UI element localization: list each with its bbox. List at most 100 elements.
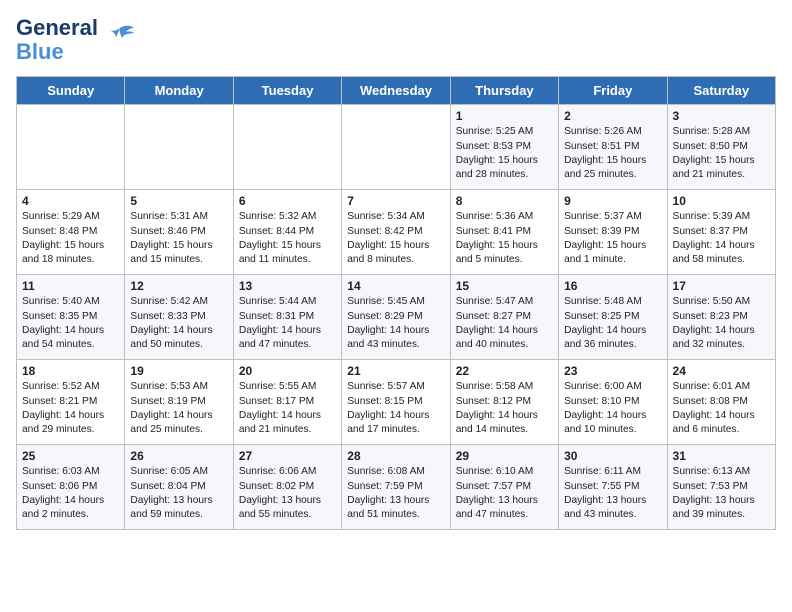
- cell-content: Sunrise: 6:13 AM Sunset: 7:53 PM Dayligh…: [673, 465, 770, 522]
- calendar-cell: [17, 105, 125, 190]
- calendar-cell: 5 Sunrise: 5:31 AM Sunset: 8:46 PM Daylig…: [125, 190, 233, 275]
- cell-content: Sunrise: 5:31 AM Sunset: 8:46 PM Dayligh…: [130, 210, 227, 267]
- calendar-cell: 13Sunrise: 5:44 AM Sunset: 8:31 PM Dayli…: [233, 275, 341, 360]
- calendar-cell: 26 Sunrise: 6:05 AM Sunset: 8:04 PM Dayli…: [125, 445, 233, 530]
- calendar-week-row: 11Sunrise: 5:40 AM Sunset: 8:35 PM Dayli…: [17, 275, 776, 360]
- calendar-cell: [125, 105, 233, 190]
- day-number: 31: [673, 449, 770, 463]
- calendar-week-row: 4 Sunrise: 5:29 AM Sunset: 8:48 PM Daylig…: [17, 190, 776, 275]
- day-number: 17: [673, 279, 770, 293]
- calendar-cell: 22 Sunrise: 5:58 AM Sunset: 8:12 PM Dayli…: [450, 360, 558, 445]
- cell-content: Sunrise: 6:11 AM Sunset: 7:55 PM Dayligh…: [564, 465, 661, 522]
- day-number: 5: [130, 194, 227, 208]
- header-row: SundayMondayTuesdayWednesdayThursdayFrid…: [17, 77, 776, 105]
- calendar-cell: 17Sunrise: 5:50 AM Sunset: 8:23 PM Dayli…: [667, 275, 775, 360]
- cell-content: Sunrise: 5:28 AM Sunset: 8:50 PM Dayligh…: [673, 125, 770, 182]
- calendar-cell: 25 Sunrise: 6:03 AM Sunset: 8:06 PM Dayli…: [17, 445, 125, 530]
- day-number: 24: [673, 364, 770, 378]
- calendar-cell: 14 Sunrise: 5:45 AM Sunset: 8:29 PM Dayli…: [342, 275, 450, 360]
- cell-content: Sunrise: 5:48 AM Sunset: 8:25 PM Dayligh…: [564, 295, 661, 352]
- weekday-header: Friday: [559, 77, 667, 105]
- calendar-cell: 23 Sunrise: 6:00 AM Sunset: 8:10 PM Dayli…: [559, 360, 667, 445]
- cell-content: Sunrise: 5:26 AM Sunset: 8:51 PM Dayligh…: [564, 125, 661, 182]
- calendar-cell: 12 Sunrise: 5:42 AM Sunset: 8:33 PM Dayli…: [125, 275, 233, 360]
- cell-content: Sunrise: 6:00 AM Sunset: 8:10 PM Dayligh…: [564, 380, 661, 437]
- cell-content: Sunrise: 5:57 AM Sunset: 8:15 PM Dayligh…: [347, 380, 444, 437]
- calendar-cell: 28 Sunrise: 6:08 AM Sunset: 7:59 PM Dayli…: [342, 445, 450, 530]
- calendar-cell: 31 Sunrise: 6:13 AM Sunset: 7:53 PM Dayli…: [667, 445, 775, 530]
- cell-content: Sunrise: 5:39 AM Sunset: 8:37 PM Dayligh…: [673, 210, 770, 267]
- calendar-cell: 20 Sunrise: 5:55 AM Sunset: 8:17 PM Dayli…: [233, 360, 341, 445]
- calendar-cell: [233, 105, 341, 190]
- day-number: 4: [22, 194, 119, 208]
- calendar-cell: 4 Sunrise: 5:29 AM Sunset: 8:48 PM Daylig…: [17, 190, 125, 275]
- calendar-cell: 18Sunrise: 5:52 AM Sunset: 8:21 PM Dayli…: [17, 360, 125, 445]
- calendar-week-row: 1Sunrise: 5:25 AM Sunset: 8:53 PM Daylig…: [17, 105, 776, 190]
- cell-content: Sunrise: 5:53 AM Sunset: 8:19 PM Dayligh…: [130, 380, 227, 437]
- cell-content: Sunrise: 6:08 AM Sunset: 7:59 PM Dayligh…: [347, 465, 444, 522]
- cell-content: Sunrise: 5:47 AM Sunset: 8:27 PM Dayligh…: [456, 295, 553, 352]
- calendar-table: SundayMondayTuesdayWednesdayThursdayFrid…: [16, 76, 776, 530]
- weekday-header: Thursday: [450, 77, 558, 105]
- calendar-cell: 10 Sunrise: 5:39 AM Sunset: 8:37 PM Dayli…: [667, 190, 775, 275]
- weekday-header: Saturday: [667, 77, 775, 105]
- day-number: 15: [456, 279, 553, 293]
- day-number: 29: [456, 449, 553, 463]
- day-number: 3: [673, 109, 770, 123]
- calendar-cell: 2Sunrise: 5:26 AM Sunset: 8:51 PM Daylig…: [559, 105, 667, 190]
- calendar-cell: 30 Sunrise: 6:11 AM Sunset: 7:55 PM Dayli…: [559, 445, 667, 530]
- day-number: 28: [347, 449, 444, 463]
- calendar-cell: 21 Sunrise: 5:57 AM Sunset: 8:15 PM Dayli…: [342, 360, 450, 445]
- cell-content: Sunrise: 5:44 AM Sunset: 8:31 PM Dayligh…: [239, 295, 336, 352]
- calendar-cell: 15 Sunrise: 5:47 AM Sunset: 8:27 PM Dayli…: [450, 275, 558, 360]
- weekday-header: Wednesday: [342, 77, 450, 105]
- day-number: 14: [347, 279, 444, 293]
- day-number: 10: [673, 194, 770, 208]
- day-number: 22: [456, 364, 553, 378]
- cell-content: Sunrise: 5:58 AM Sunset: 8:12 PM Dayligh…: [456, 380, 553, 437]
- calendar-cell: 11Sunrise: 5:40 AM Sunset: 8:35 PM Dayli…: [17, 275, 125, 360]
- calendar-week-row: 25 Sunrise: 6:03 AM Sunset: 8:06 PM Dayli…: [17, 445, 776, 530]
- day-number: 21: [347, 364, 444, 378]
- logo-text: GeneralBlue: [16, 16, 98, 64]
- day-number: 12: [130, 279, 227, 293]
- calendar-cell: 29 Sunrise: 6:10 AM Sunset: 7:57 PM Dayli…: [450, 445, 558, 530]
- weekday-header: Tuesday: [233, 77, 341, 105]
- cell-content: Sunrise: 5:52 AM Sunset: 8:21 PM Dayligh…: [22, 380, 119, 437]
- cell-content: Sunrise: 5:36 AM Sunset: 8:41 PM Dayligh…: [456, 210, 553, 267]
- day-number: 11: [22, 279, 119, 293]
- day-number: 23: [564, 364, 661, 378]
- calendar-cell: 9 Sunrise: 5:37 AM Sunset: 8:39 PM Daylig…: [559, 190, 667, 275]
- calendar-cell: 1Sunrise: 5:25 AM Sunset: 8:53 PM Daylig…: [450, 105, 558, 190]
- day-number: 26: [130, 449, 227, 463]
- cell-content: Sunrise: 6:05 AM Sunset: 8:04 PM Dayligh…: [130, 465, 227, 522]
- cell-content: Sunrise: 5:32 AM Sunset: 8:44 PM Dayligh…: [239, 210, 336, 267]
- calendar-cell: [342, 105, 450, 190]
- calendar-cell: 8 Sunrise: 5:36 AM Sunset: 8:41 PM Daylig…: [450, 190, 558, 275]
- calendar-cell: 24 Sunrise: 6:01 AM Sunset: 8:08 PM Dayli…: [667, 360, 775, 445]
- cell-content: Sunrise: 6:01 AM Sunset: 8:08 PM Dayligh…: [673, 380, 770, 437]
- calendar-week-row: 18Sunrise: 5:52 AM Sunset: 8:21 PM Dayli…: [17, 360, 776, 445]
- weekday-header: Sunday: [17, 77, 125, 105]
- cell-content: Sunrise: 5:42 AM Sunset: 8:33 PM Dayligh…: [130, 295, 227, 352]
- calendar-cell: 3 Sunrise: 5:28 AM Sunset: 8:50 PM Daylig…: [667, 105, 775, 190]
- calendar-cell: 27Sunrise: 6:06 AM Sunset: 8:02 PM Dayli…: [233, 445, 341, 530]
- day-number: 9: [564, 194, 661, 208]
- calendar-cell: 16Sunrise: 5:48 AM Sunset: 8:25 PM Dayli…: [559, 275, 667, 360]
- cell-content: Sunrise: 5:45 AM Sunset: 8:29 PM Dayligh…: [347, 295, 444, 352]
- day-number: 7: [347, 194, 444, 208]
- day-number: 8: [456, 194, 553, 208]
- cell-content: Sunrise: 6:03 AM Sunset: 8:06 PM Dayligh…: [22, 465, 119, 522]
- day-number: 20: [239, 364, 336, 378]
- logo: GeneralBlue: [16, 16, 136, 64]
- cell-content: Sunrise: 5:29 AM Sunset: 8:48 PM Dayligh…: [22, 210, 119, 267]
- day-number: 30: [564, 449, 661, 463]
- cell-content: Sunrise: 5:55 AM Sunset: 8:17 PM Dayligh…: [239, 380, 336, 437]
- page-header: GeneralBlue: [16, 16, 776, 64]
- day-number: 25: [22, 449, 119, 463]
- cell-content: Sunrise: 5:34 AM Sunset: 8:42 PM Dayligh…: [347, 210, 444, 267]
- cell-content: Sunrise: 6:10 AM Sunset: 7:57 PM Dayligh…: [456, 465, 553, 522]
- day-number: 6: [239, 194, 336, 208]
- cell-content: Sunrise: 5:37 AM Sunset: 8:39 PM Dayligh…: [564, 210, 661, 267]
- cell-content: Sunrise: 5:25 AM Sunset: 8:53 PM Dayligh…: [456, 125, 553, 182]
